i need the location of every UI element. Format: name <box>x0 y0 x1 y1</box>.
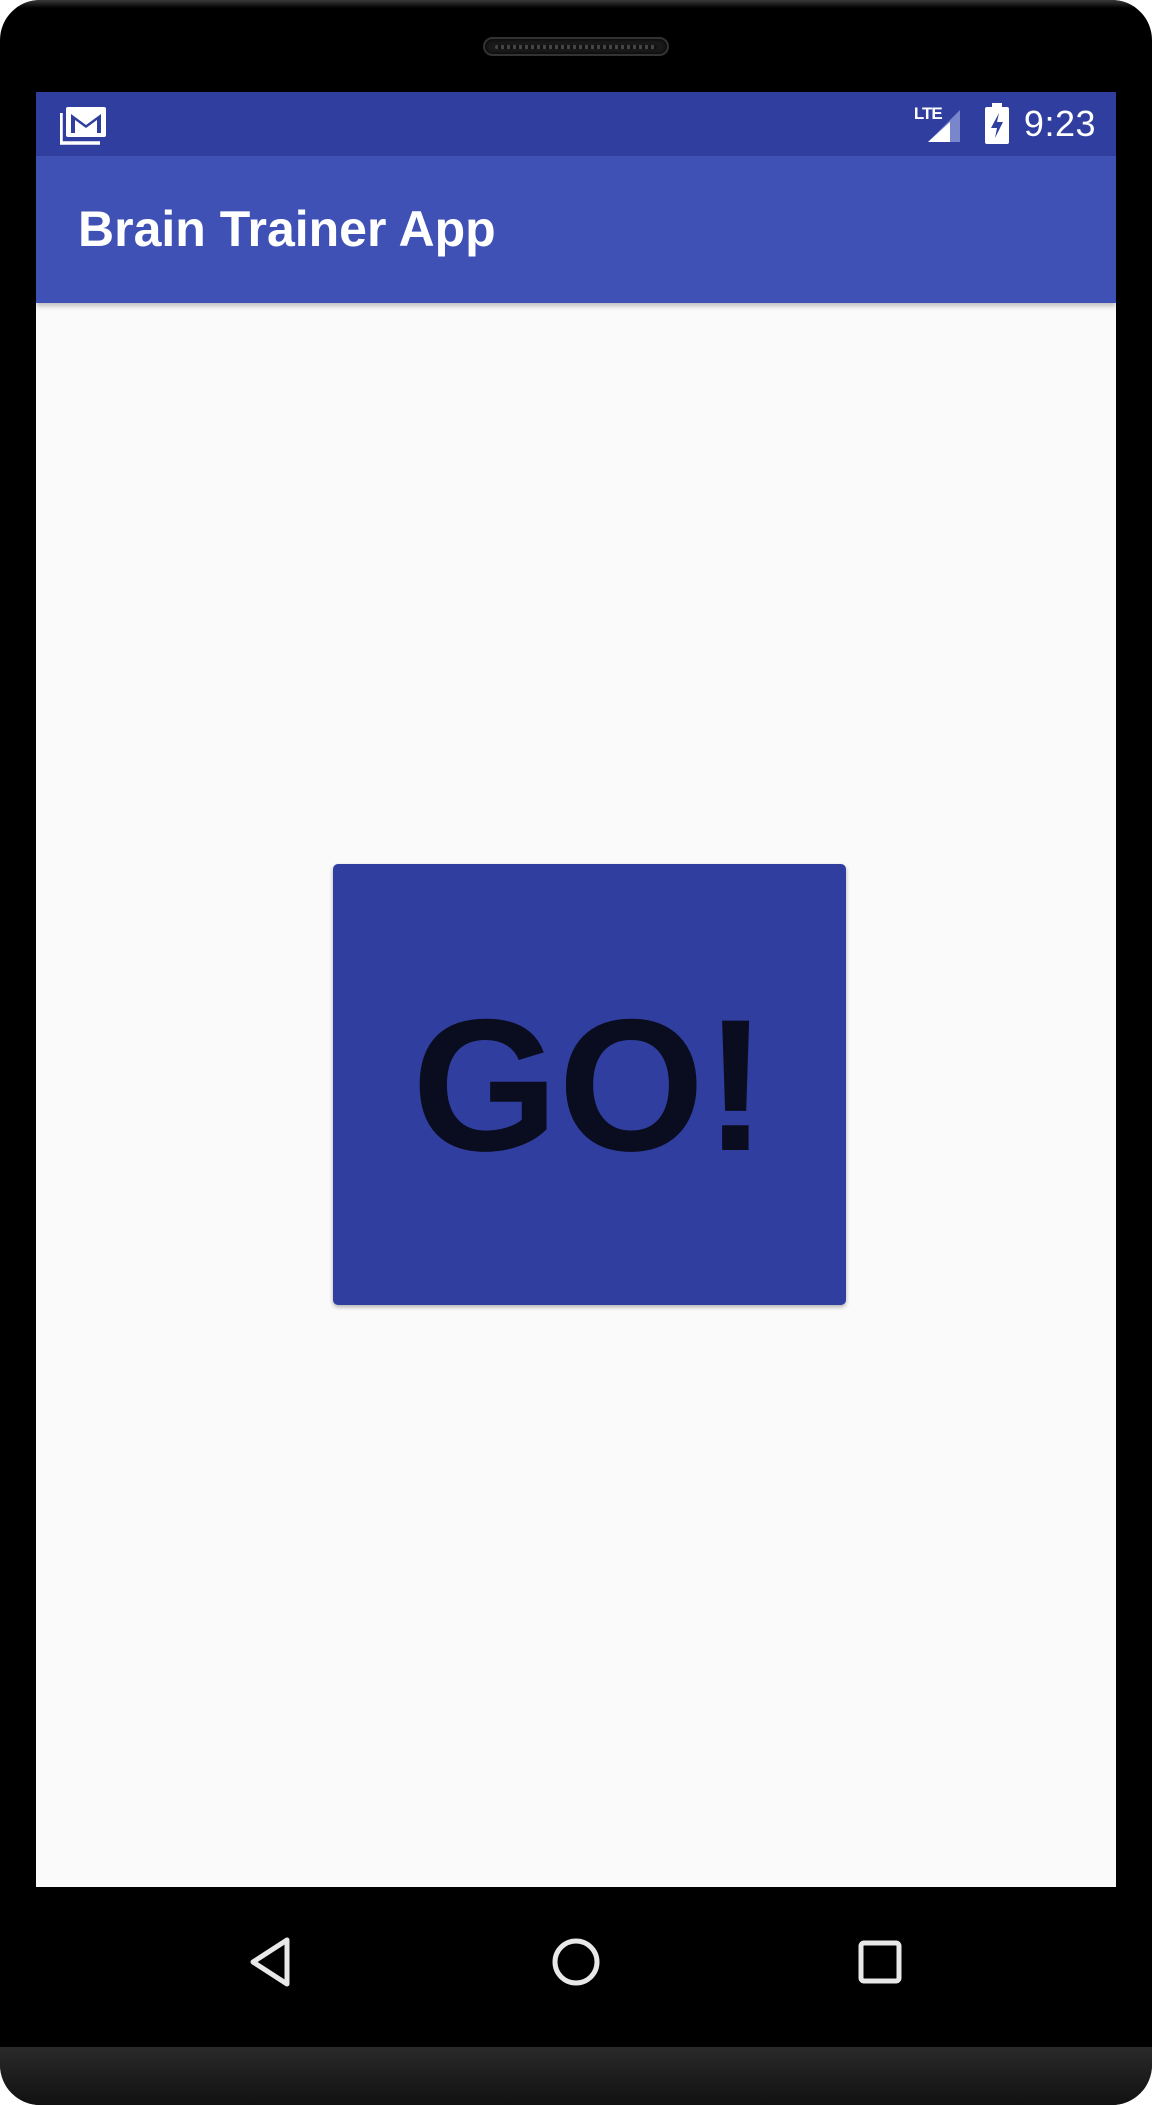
home-icon[interactable] <box>541 1927 611 1997</box>
status-indicators: LTE 9:23 <box>914 92 1096 156</box>
app-title: Brain Trainer App <box>78 201 496 257</box>
screen: LTE 9:23 Brain Trainer App GO! <box>36 92 1116 1887</box>
earpiece-speaker <box>483 37 669 56</box>
gmail-icon <box>59 105 108 145</box>
phone-chin <box>0 2047 1152 2105</box>
recents-icon[interactable] <box>845 1927 915 1997</box>
phone-frame: LTE 9:23 Brain Trainer App GO! <box>0 0 1152 2105</box>
navigation-bar <box>0 1887 1152 2047</box>
phone-rim <box>0 0 1152 8</box>
status-time: 9:23 <box>1023 103 1096 144</box>
signal-icon: LTE <box>914 102 962 146</box>
back-icon[interactable] <box>236 1927 306 1997</box>
battery-charging-icon <box>984 103 1010 145</box>
app-bar: Brain Trainer App <box>36 156 1116 303</box>
go-button[interactable]: GO! <box>333 864 846 1305</box>
network-type-label: LTE <box>913 104 943 123</box>
status-bar: LTE 9:23 <box>36 92 1116 156</box>
